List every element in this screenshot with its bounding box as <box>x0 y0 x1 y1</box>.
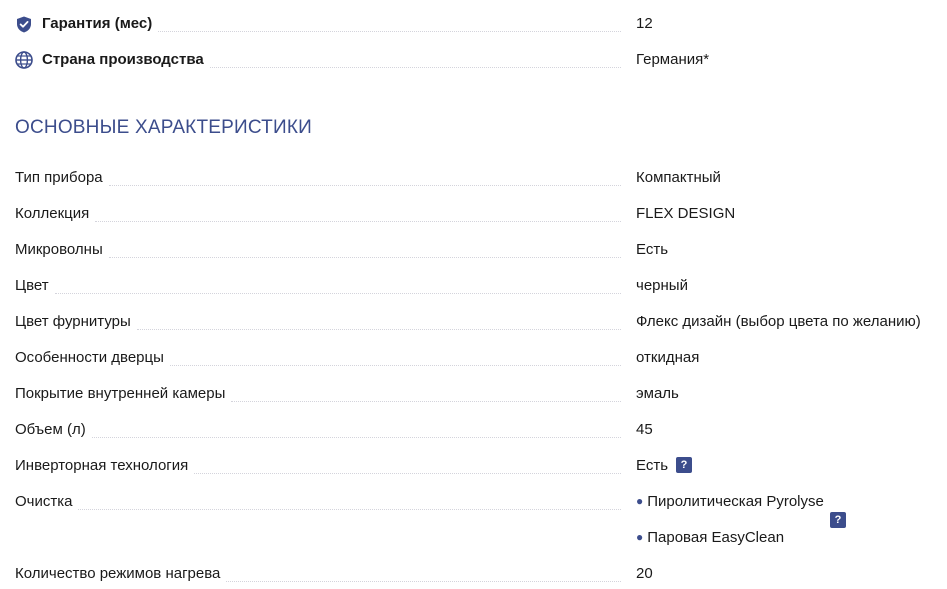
spec-value: 12 <box>636 15 653 32</box>
spec-row: Покрытие внутренней камеры эмаль <box>15 382 947 406</box>
spec-value-text: Пиролитическая Pyrolyse <box>647 493 824 510</box>
spec-row-cleaning: Очистка ● Пиролитическая Pyrolyse <box>15 490 947 514</box>
dotted-leader <box>231 400 621 402</box>
spec-label-text: Страна производства <box>42 50 210 70</box>
help-button[interactable]: ? <box>830 512 846 528</box>
spec-row: Микроволны Есть <box>15 238 947 262</box>
spec-row: Особенности дверцы откидная <box>15 346 947 370</box>
spec-value: черный <box>636 277 688 294</box>
spec-label-text: Особенности дверцы <box>15 348 170 368</box>
dotted-leader <box>108 184 621 186</box>
spec-label: Цвет <box>15 274 621 298</box>
spec-label-text: Цвет фурнитуры <box>15 312 137 332</box>
spec-label-text: Количество режимов нагрева <box>15 564 227 584</box>
bullet-icon: ● <box>636 530 644 544</box>
spec-label-text: Инверторная технология <box>15 456 195 476</box>
help-button[interactable]: ? <box>676 457 693 474</box>
dotted-leader <box>108 256 621 258</box>
spec-label: Количество режимов нагрева <box>15 562 621 586</box>
spec-value: 20 <box>636 565 653 582</box>
spec-row: Цвет черный <box>15 274 947 298</box>
spec-row: Цвет фурнитуры Флекс дизайн (выбор цвета… <box>15 310 947 334</box>
dotted-leader <box>136 328 621 330</box>
dotted-leader <box>91 436 621 438</box>
dotted-leader <box>158 30 621 32</box>
spec-row: Коллекция FLEX DESIGN <box>15 202 947 226</box>
spec-label-text: Коллекция <box>15 204 96 224</box>
spec-label: Инверторная технология <box>15 454 621 478</box>
spec-value: Германия* <box>636 51 710 68</box>
spec-value: ● Пиролитическая Pyrolyse <box>636 490 824 514</box>
spec-label-text: Гарантия (мес) <box>42 14 159 34</box>
bullet-icon: ● <box>636 494 644 508</box>
spec-label-text: Объем (л) <box>15 420 92 440</box>
spec-label: Особенности дверцы <box>15 346 621 370</box>
spec-value: Компактный <box>636 169 721 186</box>
dotted-leader <box>226 580 621 582</box>
spec-row: Объем (л) 45 <box>15 418 947 442</box>
dotted-leader <box>169 364 621 366</box>
spec-label: Объем (л) <box>15 418 621 442</box>
section-title: ОСНОВНЫЕ ХАРАКТЕРИСТИКИ <box>15 117 312 138</box>
globe-icon <box>15 51 33 69</box>
shield-check-icon <box>15 15 33 33</box>
spec-row-cleaning-cont: ● Паровая EasyClean <box>15 526 947 550</box>
spec-label-text: Тип прибора <box>15 168 109 188</box>
spec-value-text: Паровая EasyClean <box>647 529 785 546</box>
spec-value: FLEX DESIGN <box>636 205 736 222</box>
spec-value: 45 <box>636 421 653 438</box>
spec-value: Есть <box>636 241 669 258</box>
spec-label-text: Очистка <box>15 492 79 512</box>
spec-label-text: Микроволны <box>15 240 109 260</box>
spec-row: Количество режимов нагрева 20 <box>15 562 947 586</box>
spec-value: откидная <box>636 349 700 366</box>
spec-value-text: Есть <box>636 457 669 474</box>
spec-label: Покрытие внутренней камеры <box>15 382 621 406</box>
spec-row-warranty: Гарантия (мес) 12 <box>15 12 947 36</box>
spec-value: ● Паровая EasyClean <box>636 526 784 550</box>
spec-row: Инверторная технология Есть? <box>15 454 947 478</box>
dotted-leader <box>54 292 621 294</box>
dotted-leader <box>209 66 621 68</box>
spec-label: Очистка <box>15 490 621 514</box>
spec-label: Страна производства <box>15 48 621 72</box>
spec-label: Тип прибора <box>15 166 621 190</box>
spec-label-text: Покрытие внутренней камеры <box>15 384 232 404</box>
spec-label: Микроволны <box>15 238 621 262</box>
dotted-leader <box>78 508 621 510</box>
spec-value: Флекс дизайн (выбор цвета по желанию) <box>636 313 921 330</box>
spec-value: эмаль <box>636 385 679 402</box>
spec-row: Тип прибора Компактный <box>15 166 947 190</box>
spec-value: Есть? <box>636 454 693 478</box>
spec-label: Гарантия (мес) <box>15 12 621 36</box>
spec-label: Коллекция <box>15 202 621 226</box>
spec-label: Цвет фурнитуры <box>15 310 621 334</box>
dotted-leader <box>95 220 621 222</box>
spec-label-text: Цвет <box>15 276 55 296</box>
dotted-leader <box>194 472 621 474</box>
spec-row-country: Страна производства Германия* <box>15 48 947 72</box>
